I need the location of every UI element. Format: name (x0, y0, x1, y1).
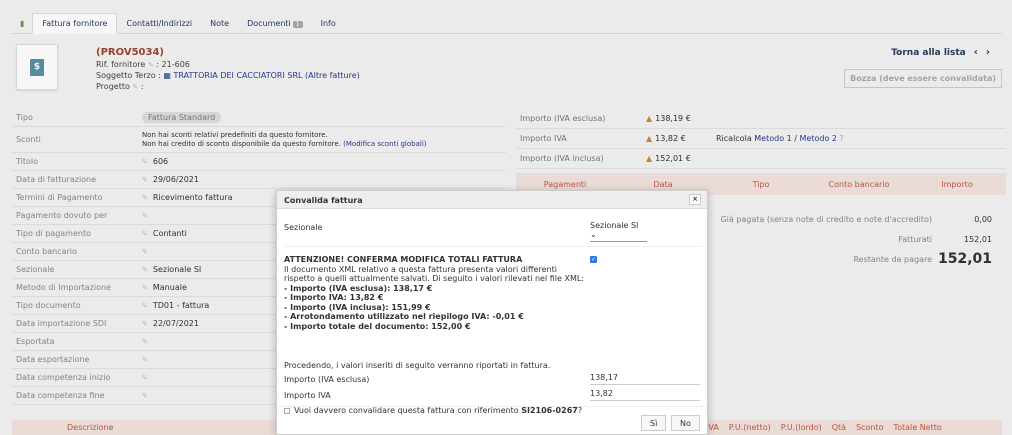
xml-line: - Importo IVA: 13,82 € (284, 293, 384, 302)
xml-line: - Importo (IVA inclusa): 151,99 € (284, 302, 431, 312)
xml-line: - Importo (IVA esclusa): 138,17 € (284, 283, 433, 293)
sezionale-label: Sezionale (284, 223, 323, 232)
sezionale-selected: Sezionale SI (590, 221, 639, 230)
dialog-title-text: Convalida fattura (284, 196, 363, 205)
confirm-ref: SI2106-0267 (521, 406, 578, 415)
confirm-mark: ? (577, 406, 583, 415)
xml-line: - Arrotondamento utilizzato nel riepilog… (284, 312, 524, 321)
iva-input[interactable]: 13,82 (590, 387, 700, 401)
sezionale-select[interactable]: Sezionale SI ⌄ (590, 219, 647, 242)
warning-title: ATTENZIONE! CONFERMA MODIFICA TOTALI FAT… (284, 255, 523, 264)
chevron-down-icon: ⌄ (590, 230, 597, 239)
close-icon[interactable]: × (689, 194, 701, 205)
warning-text: Il documento XML relativo a questa fattu… (284, 264, 584, 284)
confirm-totals-checkbox[interactable]: ✓ (590, 256, 597, 263)
divider (284, 246, 702, 247)
confirm-question: Vuoi davvero convalidare questa fattura … (284, 406, 582, 415)
procedendo-text: Procedendo, i valori inseriti di seguito… (284, 361, 551, 370)
escl-label: Importo (IVA esclusa) (284, 375, 370, 384)
no-button[interactable]: No (671, 415, 700, 431)
warning-block: ATTENZIONE! CONFERMA MODIFICA TOTALI FAT… (284, 255, 584, 331)
dialog-footer (277, 406, 707, 407)
dialog-title: Convalida fattura × (277, 191, 707, 209)
confirm-text: Vuoi davvero convalidare questa fattura … (294, 406, 522, 415)
confirm-checkbox[interactable] (284, 408, 290, 414)
iva-label: Importo IVA (284, 391, 331, 400)
escl-input[interactable]: 138,17 (590, 371, 700, 385)
xml-line: - Importo totale del documento: 152,00 € (284, 321, 471, 331)
yes-button[interactable]: Sì (641, 415, 667, 431)
convalida-dialog: Convalida fattura × Sezionale Sezionale S… (276, 190, 708, 435)
